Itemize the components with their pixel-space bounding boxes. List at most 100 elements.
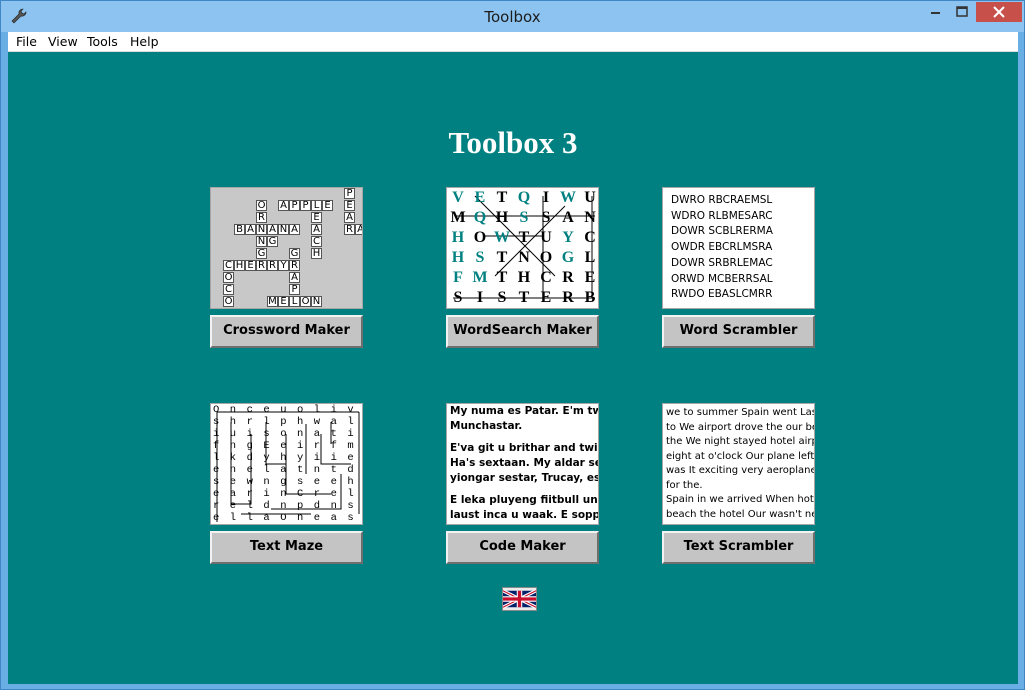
wordsearch-letter: T bbox=[496, 249, 508, 266]
wordsearch-letter: V bbox=[452, 189, 464, 206]
crossword-cell: P bbox=[289, 200, 300, 211]
crossword-cell: E bbox=[344, 200, 355, 211]
crossword-cell: O bbox=[300, 296, 311, 307]
maze-letter-row: f n g E e i r f m r r bbox=[213, 440, 362, 452]
crossword-maker-button[interactable]: Crossword Maker bbox=[210, 315, 363, 348]
maximize-button[interactable] bbox=[949, 2, 975, 22]
crossword-cell: E bbox=[322, 200, 333, 211]
wordsearch-letter: N bbox=[584, 209, 596, 226]
wordsearch-letter: A bbox=[562, 209, 574, 226]
wordsearch-letter: O bbox=[473, 229, 487, 246]
wordsearch-letter: U bbox=[584, 189, 596, 206]
wordsearch-preview[interactable]: VETQIWUMQHSSANHOWTUYCHSTNOGLFMTHCRESISTE… bbox=[446, 187, 599, 309]
wordsearch-letter: R bbox=[562, 269, 574, 286]
code-line: E leka pluyeng fiitbull und bbox=[450, 494, 599, 506]
code-maker-preview[interactable]: My numa es Patar. E'm twa Munchastar. E'va… bbox=[446, 403, 599, 525]
menu-help[interactable]: Help bbox=[130, 34, 159, 49]
code-paragraph: My numa es Patar. E'm twa Munchastar. bbox=[450, 404, 598, 434]
wordsearch-letter: H bbox=[517, 269, 531, 286]
crossword-cell: C bbox=[311, 236, 322, 247]
crossword-cell: A bbox=[289, 224, 300, 235]
crossword-cell: M bbox=[267, 296, 278, 307]
scrambled-word-line: ORWD MCBERRSAL bbox=[671, 272, 773, 285]
crossword-cell: A bbox=[311, 224, 322, 235]
word-scrambler-button[interactable]: Word Scrambler bbox=[662, 315, 815, 348]
wordsearch-letter: L bbox=[584, 249, 596, 266]
scrambled-text-line: Spain in we arrived When hot w bbox=[666, 494, 815, 505]
crossword-cell: G bbox=[256, 248, 267, 259]
maze-letter-row: e n e l a t n t d n bbox=[213, 464, 363, 476]
crossword-cell: C bbox=[223, 260, 234, 271]
scrambled-text-line: beach the hotel Our wasn't nea bbox=[666, 508, 815, 520]
scrambled-text-line: to We airport drove the our be bbox=[666, 421, 815, 433]
wordsearch-letter: H bbox=[451, 249, 465, 266]
text-maze-preview[interactable]: O n c e u o l i v e ds h r l p h w a l l… bbox=[210, 403, 363, 525]
menu-view[interactable]: View bbox=[48, 34, 78, 49]
crossword-cell: Y bbox=[278, 260, 289, 271]
wordsearch-letter: G bbox=[561, 249, 575, 266]
crossword-preview[interactable]: POAPPLEEREABANANAARAINGCGGHCHERRYROACPOM… bbox=[210, 187, 363, 309]
crossword-cell: L bbox=[311, 200, 322, 211]
crossword-cell: O bbox=[223, 272, 234, 283]
crossword-cell: G bbox=[267, 236, 278, 247]
maze-letter-row: O n c e u o l i v e d bbox=[213, 404, 362, 416]
crossword-cell: A bbox=[344, 212, 355, 223]
crossword-cell: A bbox=[267, 224, 278, 235]
code-paragraph: E leka pluyeng fiitbull und laust inca u … bbox=[450, 493, 599, 523]
scrambled-word-line: DOWR SCBLRERMA bbox=[671, 225, 773, 238]
crossword-cell: R bbox=[256, 260, 267, 271]
text-scrambler-button[interactable]: Text Scrambler bbox=[662, 531, 815, 564]
wordsearch-letter: T bbox=[518, 229, 530, 246]
crossword-cell: R bbox=[289, 260, 300, 271]
language-button[interactable] bbox=[502, 587, 537, 611]
wordsearch-letter: T bbox=[496, 269, 508, 286]
code-line: E'va git u brithar and twi se bbox=[450, 442, 599, 454]
text-maze-button[interactable]: Text Maze bbox=[210, 531, 363, 564]
wordsearch-letter: S bbox=[475, 249, 485, 266]
crossword-cell: H bbox=[234, 260, 245, 271]
title-bar[interactable]: Toolbox bbox=[1, 1, 1024, 32]
scrambled-text-line: was It exciting very aeroplane bbox=[666, 465, 815, 476]
menu-tools[interactable]: Tools bbox=[87, 34, 118, 49]
wordsearch-letter: T bbox=[496, 189, 508, 206]
code-paragraph: E'va git u brithar and twi se Ha's sextaa… bbox=[450, 441, 599, 486]
wordsearch-letter: Y bbox=[562, 229, 574, 246]
crossword-cell: P bbox=[300, 200, 311, 211]
crossword-cell: B bbox=[234, 224, 245, 235]
wordsearch-letter: O bbox=[539, 249, 553, 266]
wordsearch-letter: M bbox=[450, 209, 466, 226]
minimize-button[interactable] bbox=[922, 2, 949, 22]
crossword-cell: E bbox=[245, 260, 256, 271]
code-maker-button[interactable]: Code Maker bbox=[446, 531, 599, 564]
crossword-cell: E bbox=[311, 212, 322, 223]
scrambled-word-line: DWRO RBCRAEMSL bbox=[671, 194, 773, 206]
wordsearch-letter: W bbox=[560, 189, 576, 206]
wordsearch-letter: H bbox=[451, 229, 465, 246]
close-icon bbox=[993, 6, 1005, 18]
wordsearch-letter: F bbox=[453, 269, 463, 286]
crossword-cell: R bbox=[256, 212, 267, 223]
scrambled-word-line: OWDR EBCRLMSRA bbox=[671, 241, 773, 254]
word-scrambler-preview[interactable]: DWRO RBCRAEMSL WDRO RLBMESARC DOWR SCBLRER… bbox=[662, 187, 815, 309]
scrambled-text-line: the We night stayed hotel airpo bbox=[666, 436, 815, 447]
menu-file[interactable]: File bbox=[16, 34, 37, 49]
wordsearch-maker-button[interactable]: WordSearch Maker bbox=[446, 315, 599, 348]
wordsearch-letter: H bbox=[495, 209, 509, 226]
crossword-cell: N bbox=[311, 296, 322, 307]
wordsearch-letter: Q bbox=[517, 189, 531, 206]
wordsearch-letter: U bbox=[540, 229, 552, 246]
minimize-icon bbox=[931, 12, 940, 14]
main-panel: Toolbox 3 POAPPLEEREABANANAARAINGCGGHCHE… bbox=[8, 52, 1018, 684]
crossword-cell: N bbox=[256, 236, 267, 247]
wordsearch-letter: S bbox=[519, 209, 529, 226]
scrambled-word-line: DOWR SRBRLEMAC bbox=[671, 256, 773, 269]
scrambled-text-line: for the. bbox=[666, 479, 703, 491]
text-scrambler-preview[interactable]: we to summer Spain went Last to We airpor… bbox=[662, 403, 815, 525]
wordsearch-letter: S bbox=[453, 289, 463, 306]
wordsearch-letter: S bbox=[497, 289, 507, 306]
crossword-cell: P bbox=[289, 284, 300, 295]
wordsearch-letter: E bbox=[540, 289, 552, 306]
menu-bar: File View Tools Help bbox=[8, 32, 1018, 52]
wordsearch-letter: I bbox=[476, 289, 484, 306]
close-button[interactable] bbox=[976, 2, 1022, 22]
